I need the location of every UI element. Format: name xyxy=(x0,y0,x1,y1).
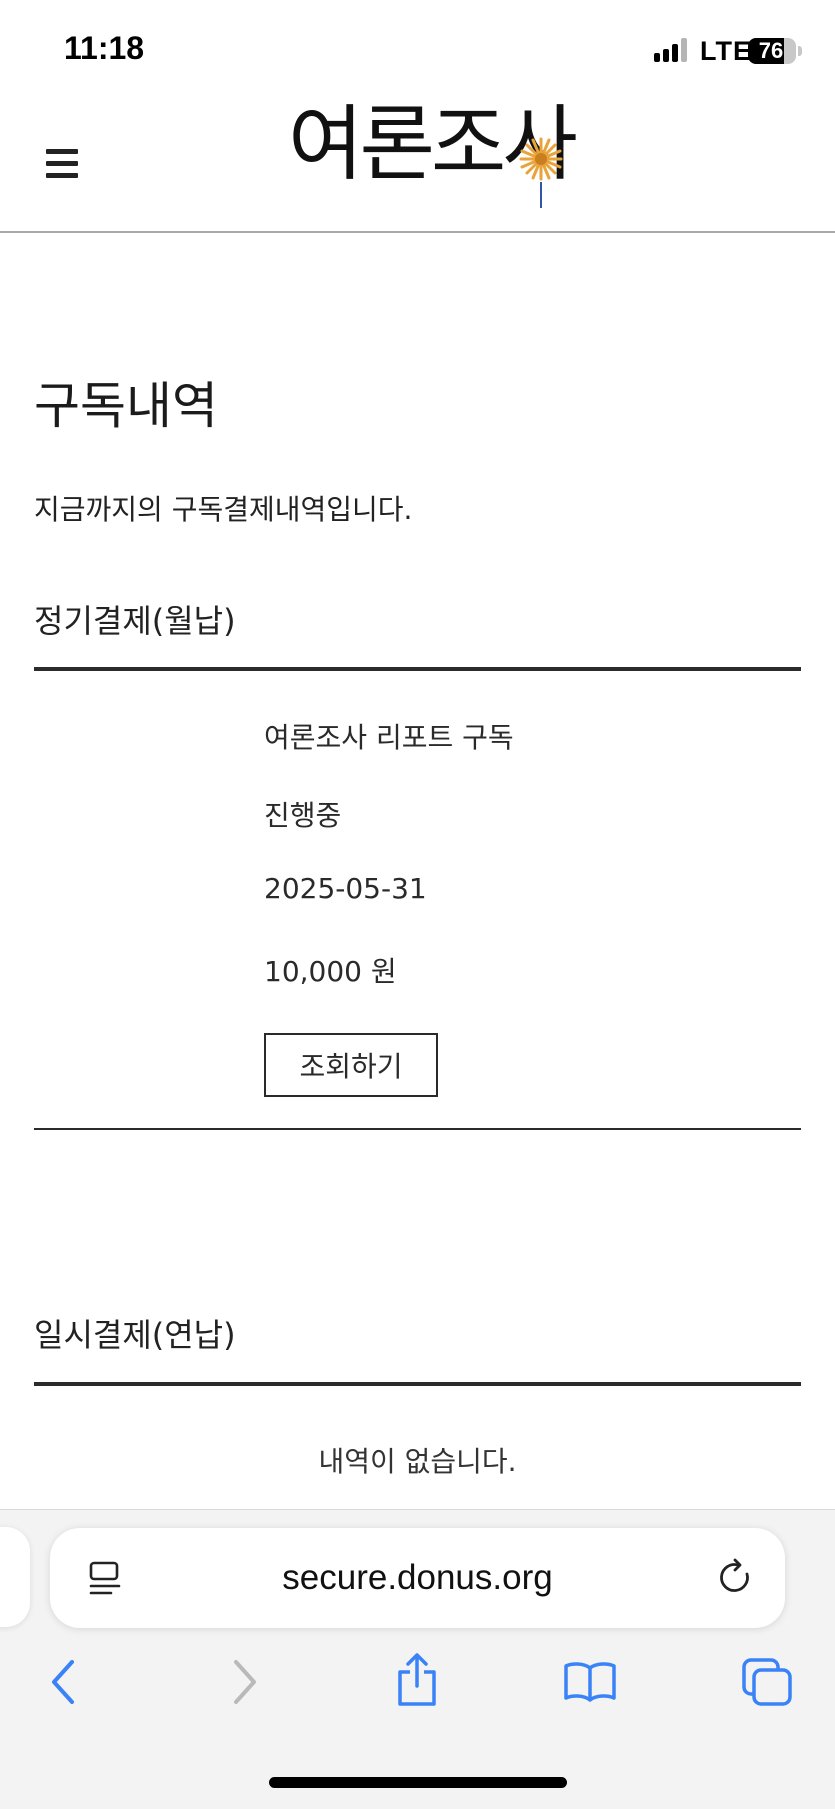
bookmarks-icon[interactable] xyxy=(562,1660,618,1704)
flower-logo-icon xyxy=(519,137,563,181)
status-time: 11:18 xyxy=(64,30,145,66)
annual-section-divider xyxy=(34,1382,801,1386)
header-divider xyxy=(0,231,835,233)
tabs-icon[interactable] xyxy=(740,1656,794,1708)
home-indicator xyxy=(269,1777,567,1788)
subscription-name: 여론조사 리포트 구독 xyxy=(264,721,514,754)
subscription-status: 진행중 xyxy=(264,799,342,832)
page-description: 지금까지의 구독결제내역입니다. xyxy=(34,493,413,526)
battery-level: 76 xyxy=(758,38,784,63)
reload-icon[interactable] xyxy=(716,1558,756,1598)
monthly-item-bottom-divider xyxy=(34,1128,801,1130)
share-icon[interactable] xyxy=(394,1652,440,1708)
monthly-section-title: 정기결제(월납) xyxy=(34,602,236,640)
hamburger-menu-icon[interactable] xyxy=(46,149,78,179)
subscription-amount: 10,000 원 xyxy=(264,955,397,988)
logo-stem xyxy=(540,182,542,208)
battery-terminal xyxy=(798,46,802,56)
network-type: LTE xyxy=(700,36,752,66)
cellular-signal-icon xyxy=(654,38,688,62)
previous-tab-preview[interactable] xyxy=(0,1527,30,1627)
forward-icon[interactable] xyxy=(228,1658,262,1706)
battery-empty-segment xyxy=(784,38,796,64)
monthly-section-divider xyxy=(34,667,801,671)
inquiry-button[interactable]: 조회하기 xyxy=(264,1033,438,1097)
annual-section-title: 일시결제(연납) xyxy=(34,1316,236,1354)
annual-empty-message: 내역이 없습니다. xyxy=(318,1445,517,1478)
url-text[interactable]: secure.donus.org xyxy=(50,1528,785,1628)
back-icon[interactable] xyxy=(46,1658,80,1706)
page-title: 구독내역 xyxy=(34,377,218,435)
subscription-date: 2025-05-31 xyxy=(264,872,427,905)
